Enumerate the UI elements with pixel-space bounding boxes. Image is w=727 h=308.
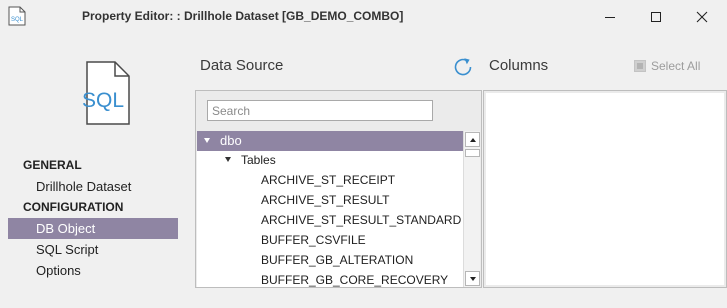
scroll-thumb[interactable] xyxy=(465,149,480,157)
window-title: Property Editor: : Drillhole Dataset [GB… xyxy=(82,9,404,23)
title-bar: SQL Property Editor: : Drillhole Dataset… xyxy=(0,0,727,34)
arrow-down-icon xyxy=(469,276,476,281)
select-all-label: Select All xyxy=(651,59,701,73)
svg-text:SQL: SQL xyxy=(11,17,24,23)
nav-item-options[interactable]: Options xyxy=(8,260,178,281)
close-icon xyxy=(696,11,708,23)
columns-heading: Columns xyxy=(489,57,549,74)
nav-item-sql-script[interactable]: SQL Script xyxy=(8,239,178,260)
tree-scrollbar[interactable] xyxy=(463,131,480,287)
data-source-panel: dbo Tables ARCHIVE_ST_RECEIPT ARCHIVE_ST… xyxy=(195,90,482,288)
expand-arrow-icon[interactable] xyxy=(225,157,231,162)
data-source-heading: Data Source xyxy=(200,57,284,74)
svg-text:SQL: SQL xyxy=(82,89,124,112)
columns-list[interactable] xyxy=(486,93,724,285)
close-button[interactable] xyxy=(679,0,725,34)
nav-header-configuration: CONFIGURATION xyxy=(23,200,124,214)
scroll-up-button[interactable] xyxy=(465,132,480,147)
tree-node-table[interactable]: BUFFER_CSVFILE xyxy=(197,230,463,250)
arrow-up-icon xyxy=(469,137,476,142)
columns-panel xyxy=(483,90,727,288)
tree-node-table[interactable]: BUFFER_GB_CORE_RECOVERY xyxy=(197,270,463,287)
minimize-icon xyxy=(605,17,615,18)
select-all-checkbox[interactable]: Select All xyxy=(634,59,700,73)
nav-item-db-object[interactable]: DB Object xyxy=(8,218,178,239)
nav-header-general: GENERAL xyxy=(23,158,82,172)
maximize-button[interactable] xyxy=(633,0,679,34)
tree-node-table[interactable]: ARCHIVE_ST_RESULT_STANDARD xyxy=(197,210,463,230)
nav-item-drillhole-dataset[interactable]: Drillhole Dataset xyxy=(8,176,178,197)
tree-node-tables[interactable]: Tables xyxy=(197,150,463,170)
tree-node-table[interactable]: BUFFER_GB_ALTERATION xyxy=(197,250,463,270)
search-input[interactable] xyxy=(207,100,433,121)
scroll-down-button[interactable] xyxy=(465,271,480,286)
tree-node-table[interactable]: ARCHIVE_ST_RESULT xyxy=(197,190,463,210)
sql-file-icon: SQL xyxy=(82,61,130,125)
maximize-icon xyxy=(651,12,661,22)
refresh-icon xyxy=(454,58,472,76)
settings-nav: GENERAL Drillhole Dataset CONFIGURATION … xyxy=(8,155,178,281)
db-object-tree[interactable]: dbo Tables ARCHIVE_ST_RECEIPT ARCHIVE_ST… xyxy=(197,131,463,287)
tree-node-dbo[interactable]: dbo xyxy=(197,131,463,151)
checkbox-icon xyxy=(634,60,646,72)
refresh-button[interactable] xyxy=(451,55,475,79)
sql-file-icon: SQL xyxy=(8,6,26,26)
expand-arrow-icon[interactable] xyxy=(204,138,210,143)
tree-node-table[interactable]: ARCHIVE_ST_RECEIPT xyxy=(197,170,463,190)
minimize-button[interactable] xyxy=(587,0,633,34)
